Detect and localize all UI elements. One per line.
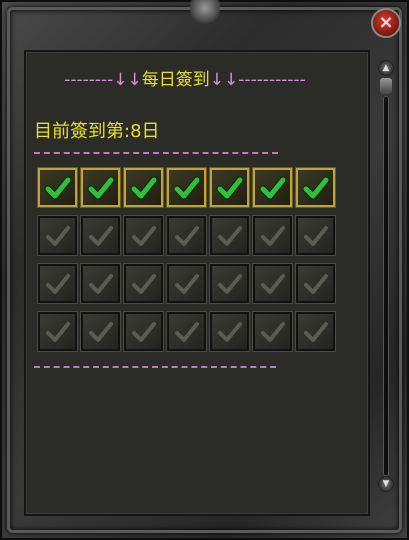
- day-slot[interactable]: [295, 167, 336, 208]
- day-slot[interactable]: [209, 167, 250, 208]
- day-slot[interactable]: [295, 263, 336, 304]
- checkmark-icon: [89, 274, 113, 294]
- checkmark-icon: [87, 176, 115, 200]
- checkmark-icon: [132, 274, 156, 294]
- title-text: 每日簽到: [141, 70, 210, 90]
- signin-progress-label: 目前簽到第:8日: [34, 121, 160, 142]
- day-slot[interactable]: [209, 311, 250, 352]
- checkmark-icon: [261, 226, 285, 246]
- checkmark-icon: [302, 176, 330, 200]
- checkmark-icon: [46, 226, 70, 246]
- day-slot[interactable]: [80, 263, 121, 304]
- day-slot[interactable]: [37, 167, 78, 208]
- day-slot[interactable]: [166, 167, 207, 208]
- day-slot[interactable]: [123, 311, 164, 352]
- checkmark-icon: [173, 176, 201, 200]
- day-slot[interactable]: [80, 167, 121, 208]
- signin-calendar-grid: [36, 166, 337, 358]
- checkmark-icon: [46, 322, 70, 342]
- day-slot[interactable]: [295, 311, 336, 352]
- divider-top: [34, 152, 278, 154]
- day-slot[interactable]: [123, 167, 164, 208]
- day-slot[interactable]: [166, 311, 207, 352]
- chevron-up-icon[interactable]: ▲: [378, 60, 394, 76]
- day-slot[interactable]: [80, 311, 121, 352]
- checkmark-icon: [304, 322, 328, 342]
- checkmark-icon: [175, 322, 199, 342]
- day-slot[interactable]: [123, 215, 164, 256]
- scrollbar[interactable]: ▲ ▼: [376, 56, 396, 496]
- title-dashes-right: -----------: [238, 70, 306, 90]
- checkmark-icon: [218, 274, 242, 294]
- checkmark-icon: [44, 176, 72, 200]
- checkmark-icon: [261, 274, 285, 294]
- checkmark-icon: [218, 226, 242, 246]
- checkmark-icon: [175, 226, 199, 246]
- close-button[interactable]: ×: [371, 8, 401, 38]
- checkmark-icon: [304, 274, 328, 294]
- scroll-thumb[interactable]: [380, 78, 392, 94]
- checkmark-icon: [216, 176, 244, 200]
- divider-bottom: [34, 366, 276, 368]
- checkmark-icon: [175, 274, 199, 294]
- checkmark-icon: [46, 274, 70, 294]
- checkmark-icon: [130, 176, 158, 200]
- chevron-down-icon[interactable]: ▼: [378, 476, 394, 492]
- day-slot[interactable]: [123, 263, 164, 304]
- day-slot[interactable]: [252, 215, 293, 256]
- scroll-track[interactable]: [383, 96, 389, 476]
- ornament-icon: [190, 0, 220, 26]
- checkmark-icon: [89, 226, 113, 246]
- day-slot[interactable]: [37, 263, 78, 304]
- title-arrows-right: ↓↓: [209, 70, 239, 90]
- title-arrows-left: ↓↓: [113, 70, 142, 90]
- day-slot[interactable]: [295, 215, 336, 256]
- day-slot[interactable]: [37, 311, 78, 352]
- day-slot[interactable]: [252, 263, 293, 304]
- day-slot[interactable]: [166, 263, 207, 304]
- checkmark-icon: [132, 322, 156, 342]
- close-icon: ×: [378, 12, 394, 33]
- checkmark-icon: [89, 322, 113, 342]
- checkmark-icon: [132, 226, 156, 246]
- daily-signin-title: --------↓↓每日簽到↓↓-----------: [30, 65, 340, 90]
- day-slot[interactable]: [80, 215, 121, 256]
- checkmark-icon: [304, 226, 328, 246]
- day-slot[interactable]: [166, 215, 207, 256]
- checkmark-icon: [218, 322, 242, 342]
- checkmark-icon: [259, 176, 287, 200]
- title-dashes-left: --------: [64, 70, 114, 90]
- day-slot[interactable]: [252, 167, 293, 208]
- checkmark-icon: [261, 322, 285, 342]
- day-slot[interactable]: [37, 215, 78, 256]
- day-slot[interactable]: [209, 263, 250, 304]
- day-slot[interactable]: [252, 311, 293, 352]
- day-slot[interactable]: [209, 215, 250, 256]
